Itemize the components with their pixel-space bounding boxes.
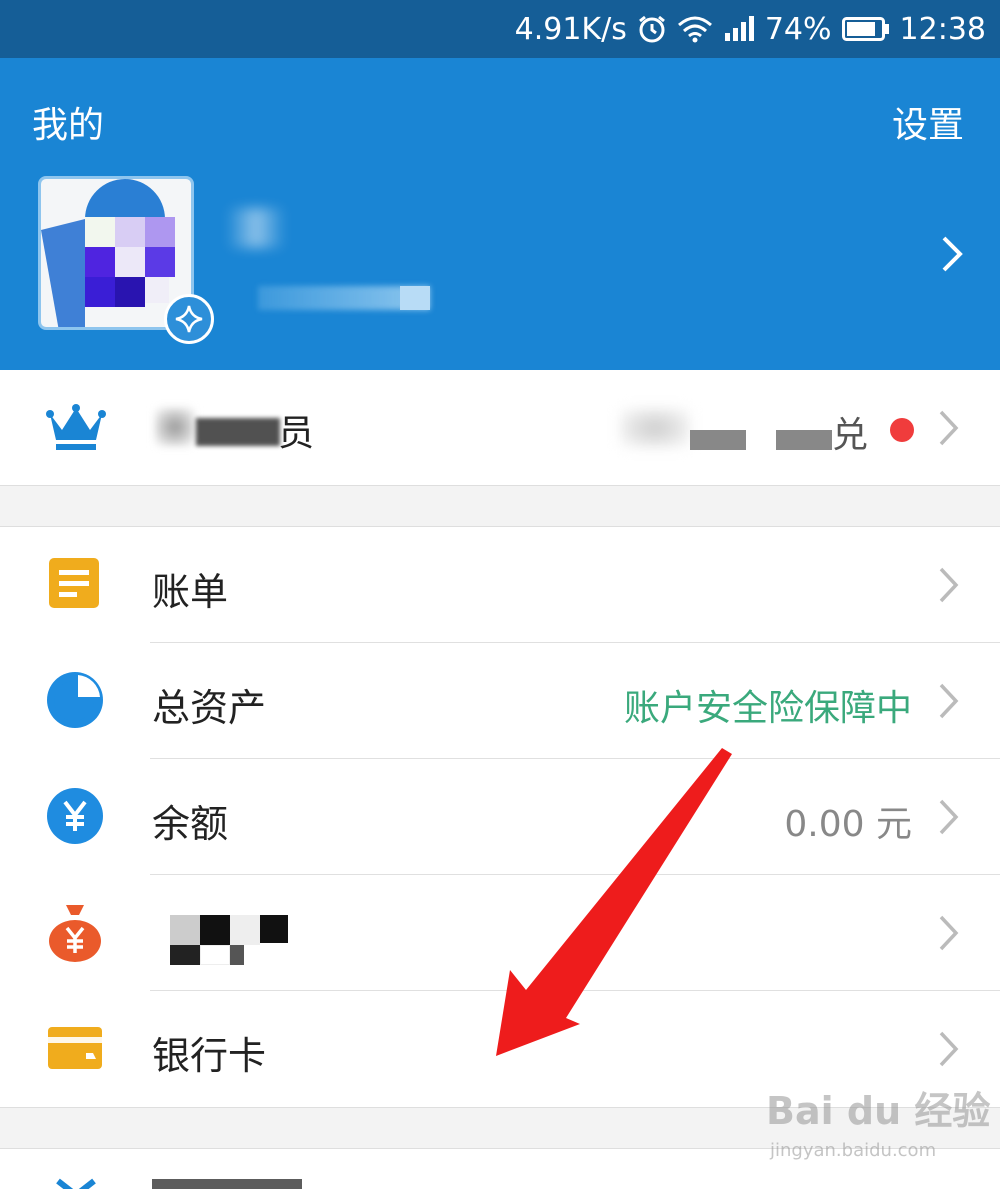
label-redacted	[200, 945, 230, 965]
pie-chart-icon	[46, 671, 104, 733]
list-item-money-bag[interactable]	[0, 875, 1000, 991]
money-bag-icon	[46, 901, 104, 967]
watermark-logo: Bai du 经验	[766, 1089, 991, 1133]
list-item-label: 账单	[152, 570, 229, 614]
list-item-label: 总资产	[152, 686, 267, 730]
chevron-right-icon[interactable]	[940, 234, 964, 274]
battery-percent: 74%	[764, 11, 832, 47]
member-info-redacted-block	[776, 430, 832, 450]
signal-icon	[723, 15, 755, 43]
watermark-url: jingyan.baidu.com	[770, 1140, 937, 1161]
member-info-redacted-block	[690, 430, 746, 450]
member-info-redacted	[620, 408, 690, 448]
chevron-right-icon	[938, 408, 960, 448]
settings-button[interactable]: 设置	[892, 96, 964, 148]
list-item-total-assets[interactable]: 总资产 账户安全险保障中	[0, 643, 1000, 759]
label-redacted	[230, 945, 244, 965]
wifi-icon	[677, 15, 713, 43]
chevron-right-icon	[938, 913, 960, 953]
yuan-icon	[46, 787, 104, 849]
chevron-right-icon	[938, 1029, 960, 1069]
label-redacted	[200, 915, 230, 945]
bank-card-icon	[46, 1025, 104, 1075]
member-label-redacted-block	[196, 418, 280, 446]
insurance-status: 账户安全险保障中	[623, 688, 912, 729]
crown-icon	[46, 402, 106, 456]
member-label-fragment: 员	[278, 413, 315, 454]
battery-icon	[841, 16, 890, 42]
partial-icon	[54, 1177, 98, 1189]
status-bar: 4.91K/s 74% 12:38	[0, 0, 1000, 58]
chevron-right-icon	[938, 565, 960, 605]
list-item-bill[interactable]: 账单	[0, 527, 1000, 643]
network-speed: 4.91K/s	[514, 11, 627, 47]
asset-list: 账单 总资产 账户安全险保障中 余额 0.00 元 银行卡	[0, 526, 1000, 1108]
account-id-redacted-block	[400, 286, 430, 310]
page-title: 我的	[32, 105, 105, 146]
label-redacted	[170, 915, 200, 945]
profile-header: 我的 设置	[0, 58, 1000, 370]
chevron-right-icon	[938, 797, 960, 837]
alarm-icon	[637, 14, 667, 44]
bill-icon	[46, 555, 102, 615]
notification-dot	[890, 418, 914, 442]
username-redacted	[226, 208, 286, 248]
label-redacted	[260, 915, 288, 943]
list-item-label: 银行卡	[152, 1034, 267, 1078]
balance-value: 0.00 元	[784, 804, 912, 845]
member-info-fragment: 兑	[832, 415, 869, 456]
label-redacted	[230, 915, 260, 945]
verified-badge-icon	[164, 294, 214, 344]
chevron-right-icon	[938, 681, 960, 721]
clock: 12:38	[899, 11, 986, 47]
list-item-balance[interactable]: 余额 0.00 元	[0, 759, 1000, 875]
member-label-redacted	[155, 408, 195, 446]
label-redacted	[170, 945, 200, 965]
list-item-label: 余额	[152, 802, 229, 846]
partial-label	[152, 1179, 302, 1189]
